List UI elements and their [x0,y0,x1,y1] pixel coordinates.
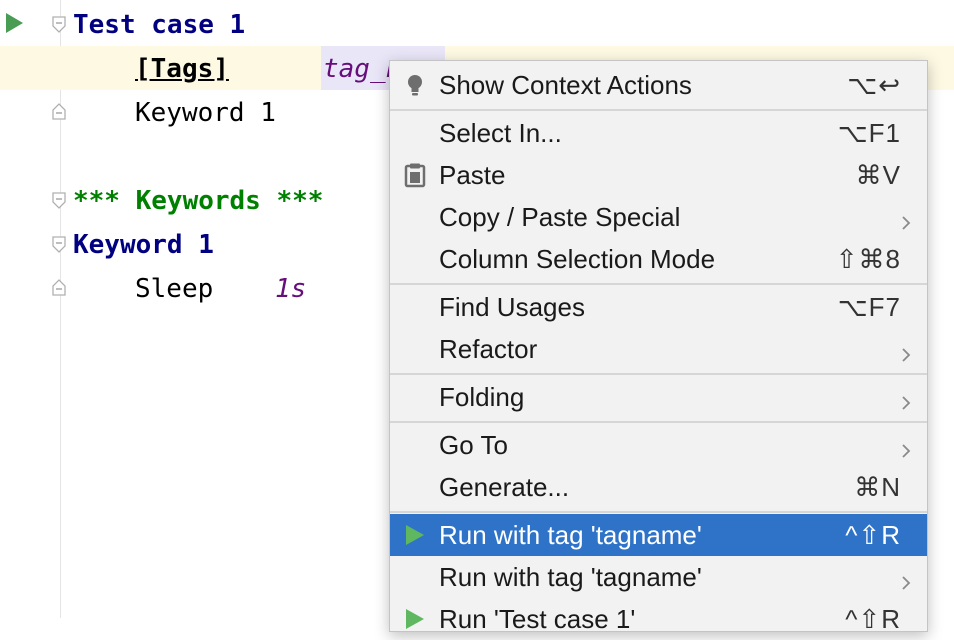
menu-item-shortcut: ⌘V [855,160,901,190]
menu-item-label: Show Context Actions [439,70,692,100]
fold-icon[interactable] [52,192,66,209]
menu-item-shortcut: ⌥↩ [847,70,901,100]
menu-item-label: Select In... [439,118,562,148]
menu-separator [390,109,927,111]
clipboard-icon [402,162,428,188]
menu-item-go-to[interactable]: Go To [390,424,927,466]
fold-end-icon[interactable] [52,278,66,296]
chevron-right-icon [897,208,915,230]
menu-item-copy-paste-special[interactable]: Copy / Paste Special [390,196,927,238]
chevron-right-icon [897,388,915,410]
menu-separator [390,511,927,513]
menu-item-label: Run with tag 'tagname' [439,562,702,592]
run-icon [402,522,428,548]
context-menu: Show Context Actions ⌥↩ Select In... ⌥F1… [389,60,928,634]
menu-item-label: Find Usages [439,292,585,322]
keywords-section-header: *** Keywords *** [73,186,324,216]
menu-item-label: Paste [439,160,506,190]
lightbulb-icon [402,72,428,98]
keyword-call: Keyword 1 [135,98,276,128]
menu-item-shortcut: ^⇧R [845,520,901,550]
menu-separator [390,283,927,285]
menu-item-label: Go To [439,430,508,460]
sleep-keyword: Sleep [135,274,214,304]
tags-setting: [Tags] [135,54,229,84]
menu-item-paste[interactable]: Paste ⌘V [390,154,927,196]
menu-item-label: Refactor [439,334,538,364]
menu-item-refactor[interactable]: Refactor [390,328,927,370]
menu-item-label: Copy / Paste Special [439,202,681,232]
menu-item-shortcut: ⌥F7 [837,292,901,322]
menu-item-run-with-tag[interactable]: Run with tag 'tagname' ^⇧R [390,514,927,556]
run-gutter-icon[interactable] [6,13,23,33]
chevron-right-icon [897,436,915,458]
menu-item-generate[interactable]: Generate... ⌘N [390,466,927,508]
chevron-right-icon [897,568,915,590]
menu-item-label: Column Selection Mode [439,244,716,274]
menu-item-shortcut: ⌘N [854,472,901,502]
menu-item-shortcut: ^⇧R [845,604,901,634]
menu-item-label: Folding [439,382,525,412]
menu-separator [390,373,927,375]
test-case-name: Test case 1 [73,10,246,40]
menu-item-shortcut: ⌥F1 [837,118,901,148]
menu-item-label: Generate... [439,472,570,502]
menu-item-label: Run with tag 'tagname' [439,520,702,550]
keyword-definition: Keyword 1 [73,230,214,260]
fold-icon[interactable] [52,236,66,253]
menu-item-find-usages[interactable]: Find Usages ⌥F7 [390,286,927,328]
editor-gutter [0,0,61,618]
menu-item-column-selection-mode[interactable]: Column Selection Mode ⇧⌘8 [390,238,927,280]
chevron-right-icon [897,340,915,362]
sleep-argument: 1s [275,274,307,304]
menu-item-show-context-actions[interactable]: Show Context Actions ⌥↩ [390,64,927,106]
menu-item-select-in[interactable]: Select In... ⌥F1 [390,112,927,154]
menu-separator [390,421,927,423]
menu-item-label: Run 'Test case 1' [439,604,636,634]
menu-item-folding[interactable]: Folding [390,376,927,418]
fold-end-icon[interactable] [52,102,66,120]
menu-item-run-with-tag-submenu[interactable]: Run with tag 'tagname' [390,556,927,598]
fold-icon[interactable] [52,16,66,33]
run-icon [402,606,428,632]
menu-item-shortcut: ⇧⌘8 [835,244,901,274]
menu-item-run-test-case[interactable]: Run 'Test case 1' ^⇧R [390,598,927,640]
